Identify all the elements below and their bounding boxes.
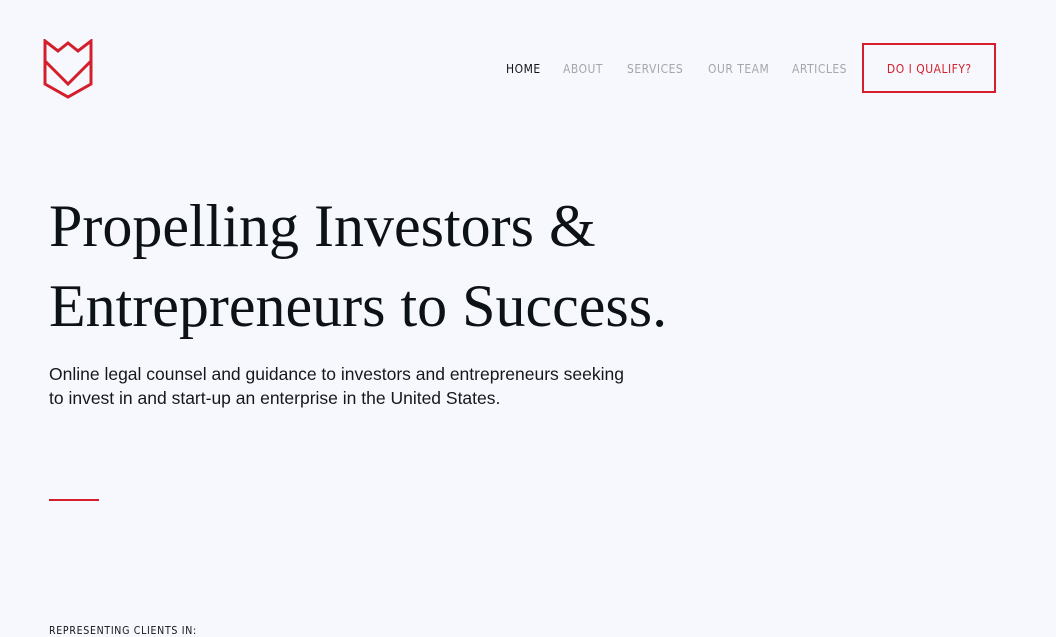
hero-subtitle-line-2: to invest in and start-up an enterprise … xyxy=(49,388,501,408)
hero-title: Propelling Investors & Entrepreneurs to … xyxy=(49,186,769,346)
do-i-qualify-label: DO I QUALIFY? xyxy=(886,60,972,76)
nav-item-services[interactable]: SERVICES xyxy=(627,61,683,76)
nav-item-about[interactable]: ABOUT xyxy=(563,61,603,76)
main-navigation: HOME ABOUT SERVICES OUR TEAM ARTICLES DO… xyxy=(0,0,1056,140)
do-i-qualify-button[interactable]: DO I QUALIFY? xyxy=(862,43,996,93)
accent-divider xyxy=(49,499,99,501)
hero-subtitle-line-1: Online legal counsel and guidance to inv… xyxy=(49,364,624,384)
nav-item-our-team[interactable]: OUR TEAM xyxy=(708,61,769,76)
nav-item-home[interactable]: HOME xyxy=(506,61,541,76)
hero-title-line-2: Entrepreneurs to Success. xyxy=(49,273,668,339)
representing-clients-label: REPRESENTING CLIENTS IN: xyxy=(49,624,197,637)
nav-item-articles[interactable]: ARTICLES xyxy=(792,61,847,76)
hero-title-line-1: Propelling Investors & xyxy=(49,193,596,259)
hero-subtitle: Online legal counsel and guidance to inv… xyxy=(49,362,689,410)
